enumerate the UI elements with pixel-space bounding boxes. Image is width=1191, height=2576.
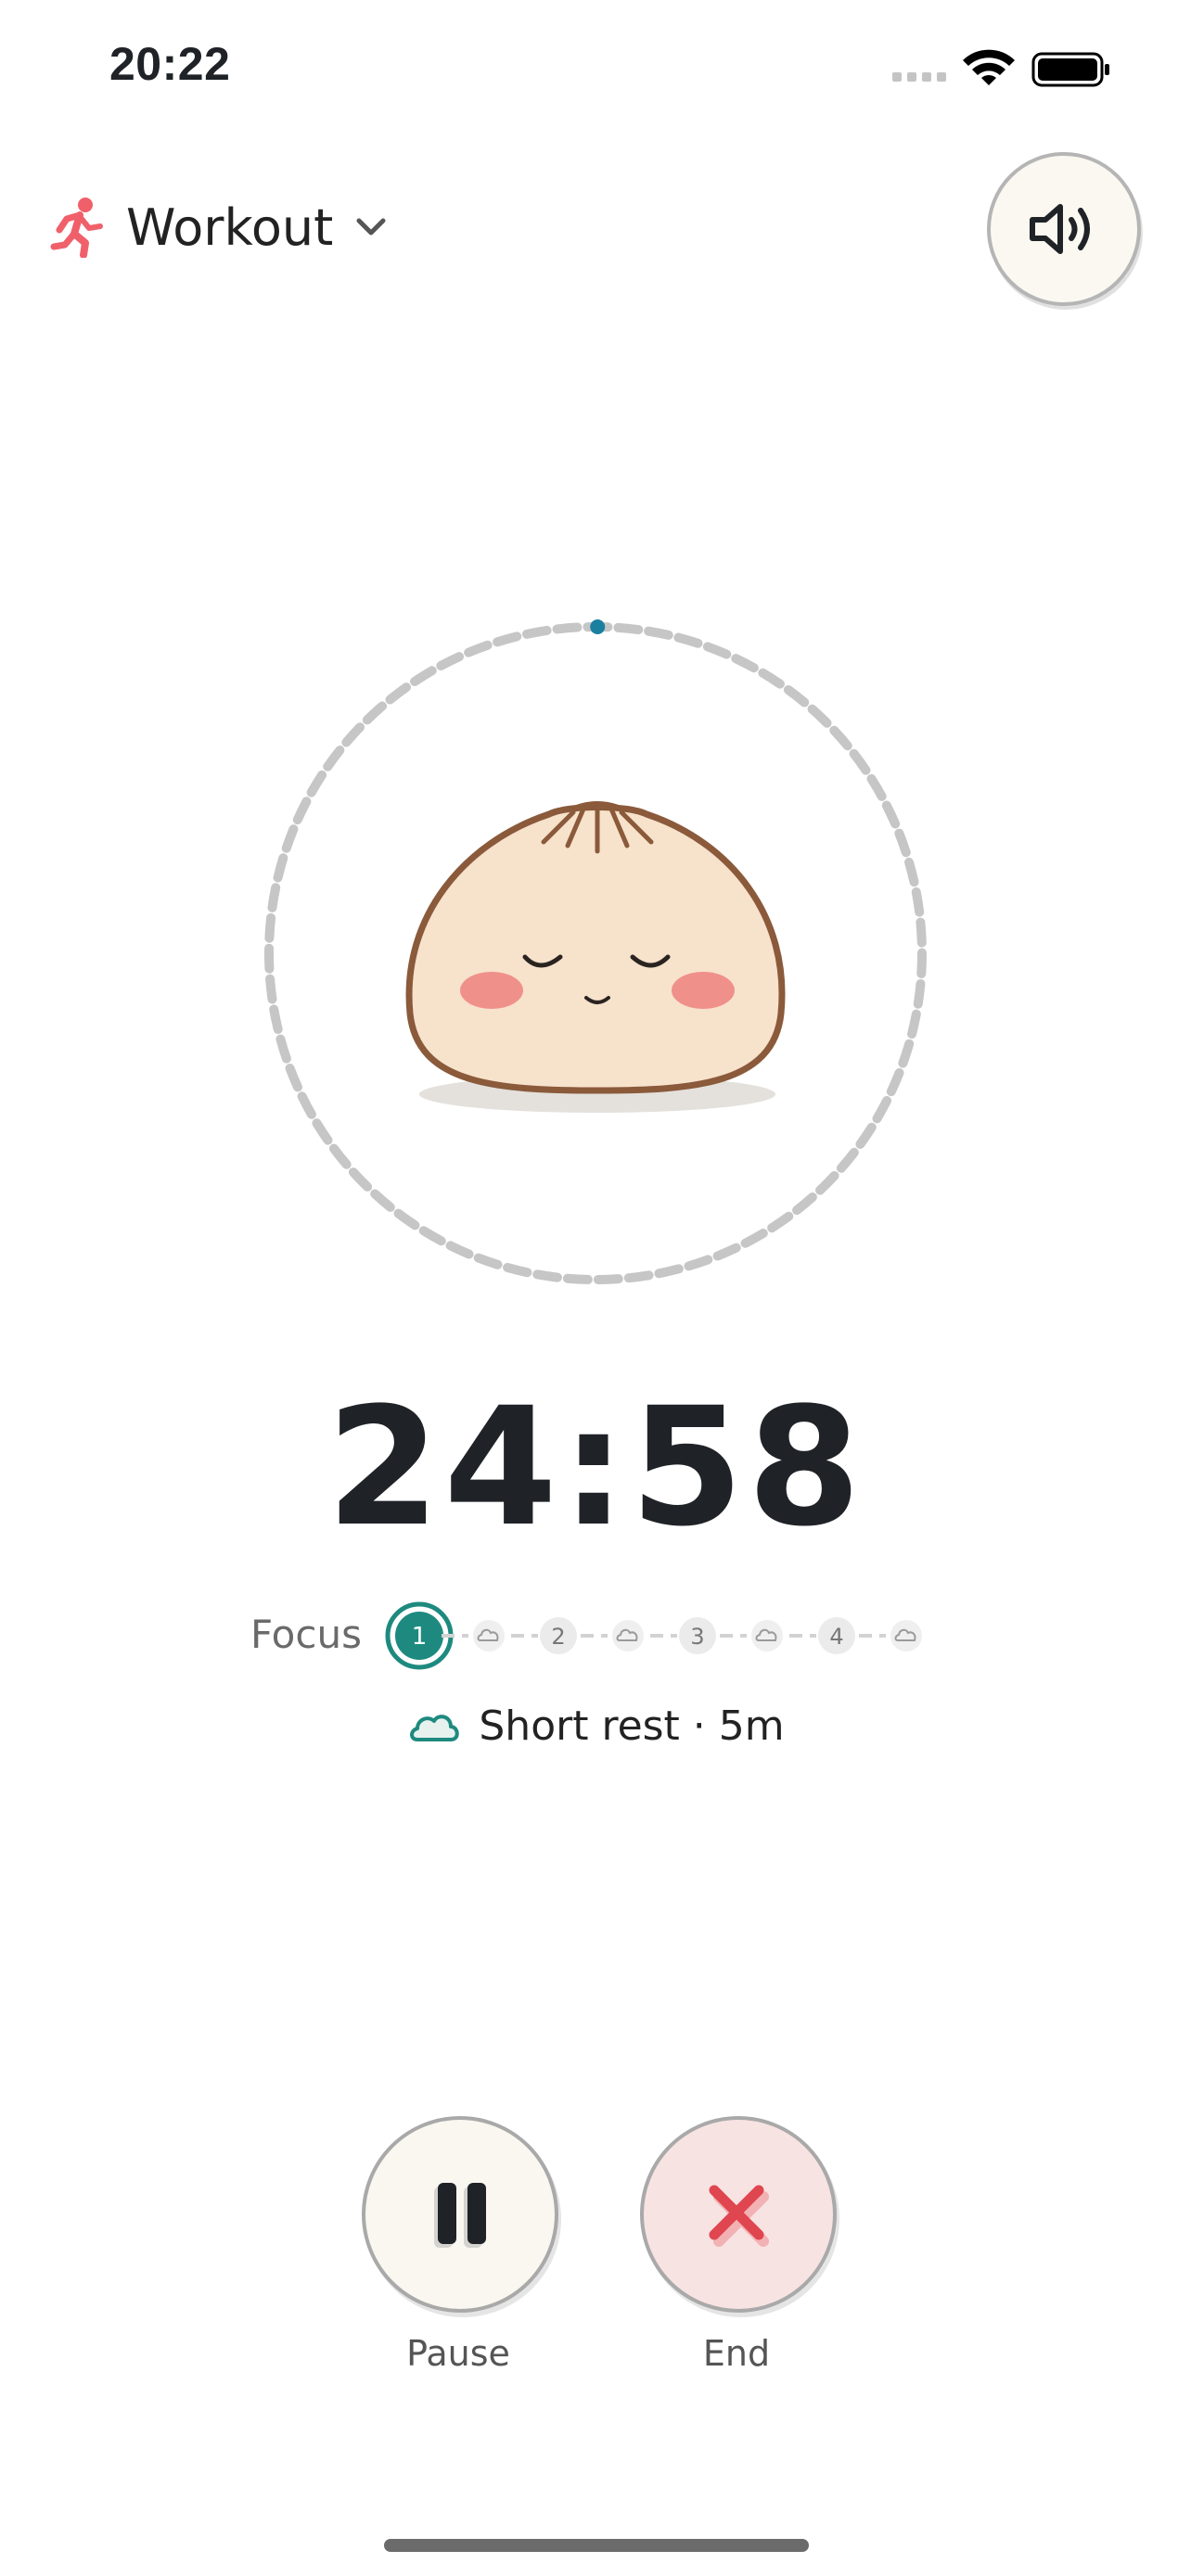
step-rest [751,1620,783,1651]
session-progress: Focus 1 2 3 4 [0,1599,1191,1673]
focus-label: Focus [250,1612,362,1657]
step-number: 3 [690,1624,704,1650]
mode-selector[interactable]: Workout [48,185,389,269]
pause-icon [434,2183,486,2248]
step-number: 1 [412,1623,428,1651]
timer-countdown: 24:58 [326,1372,865,1562]
next-session-label: Short rest · 5m [479,1702,785,1750]
wifi-icon [963,49,1015,85]
home-indicator [384,2539,809,2552]
running-person-icon [50,198,103,258]
step-focus-4: 4 [818,1617,855,1654]
step-rest [612,1620,644,1651]
sleeping-dumpling-mascot [405,801,786,1113]
close-x-icon [709,2185,769,2247]
pause-button[interactable] [362,2116,558,2313]
speaker-volume-icon [1030,204,1090,254]
session-steps: 1 2 3 4 [385,1601,922,1670]
chevron-down-icon [356,218,386,236]
signal-icon [892,72,946,82]
status-time: 20:22 [109,38,231,90]
end-button[interactable] [640,2116,837,2313]
step-rest [890,1620,922,1651]
cloud-icon [410,1714,460,1741]
battery-icon [1031,52,1109,87]
step-rest [473,1620,505,1651]
pause-label: Pause [406,2333,510,2374]
next-session-info: Short rest · 5m [0,1702,1191,1750]
status-icons [892,49,1109,87]
mode-label: Workout [126,198,334,257]
step-number: 4 [829,1624,843,1650]
step-focus-1: 1 [385,1601,454,1670]
timer-ring [264,619,927,1284]
step-focus-2: 2 [540,1617,577,1654]
timer-progress-dot [590,619,606,635]
sound-toggle-button[interactable] [987,152,1141,306]
step-number: 2 [551,1624,565,1650]
step-focus-3: 3 [679,1617,716,1654]
end-label: End [702,2333,771,2374]
